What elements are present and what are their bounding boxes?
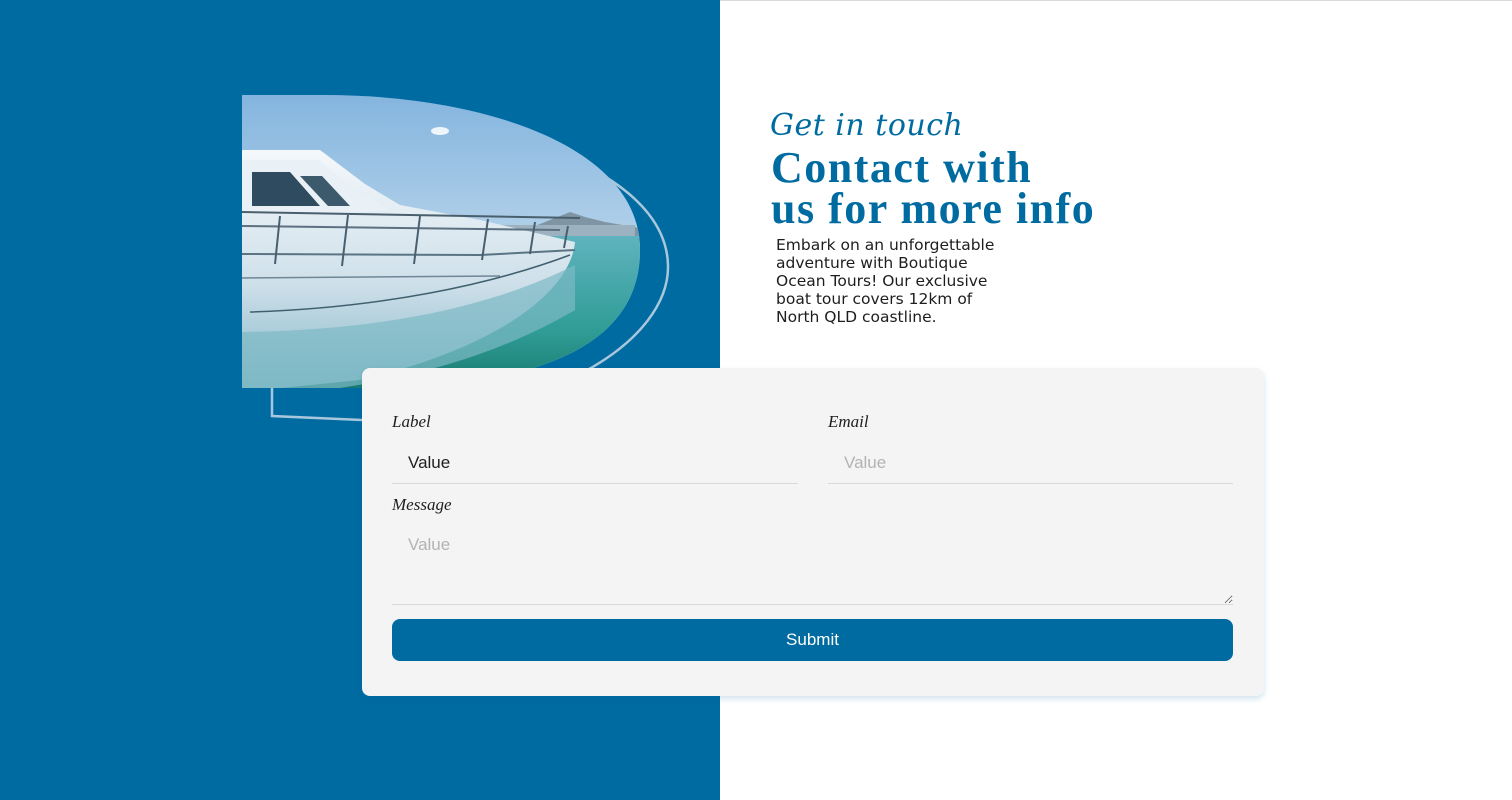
contact-form: Label Email Message Submit [362, 368, 1264, 696]
name-label: Label [392, 412, 431, 431]
email-label: Email [828, 412, 869, 431]
eyebrow-text: Get in touch [770, 108, 964, 143]
intro-paragraph: Embark on an unforgettable adventure wit… [776, 236, 995, 326]
page-title-line-2: us for more info [771, 184, 1096, 233]
message-textarea[interactable] [392, 525, 1233, 605]
page-title-line-1: Contact with [771, 143, 1033, 192]
name-input[interactable] [392, 442, 798, 484]
submit-button[interactable]: Submit [392, 619, 1233, 661]
contact-page: Get in touch Contact with us for more in… [0, 0, 1512, 800]
email-input[interactable] [828, 442, 1233, 484]
page-title: Contact with us for more info [771, 143, 1131, 233]
message-label: Message [392, 495, 452, 514]
